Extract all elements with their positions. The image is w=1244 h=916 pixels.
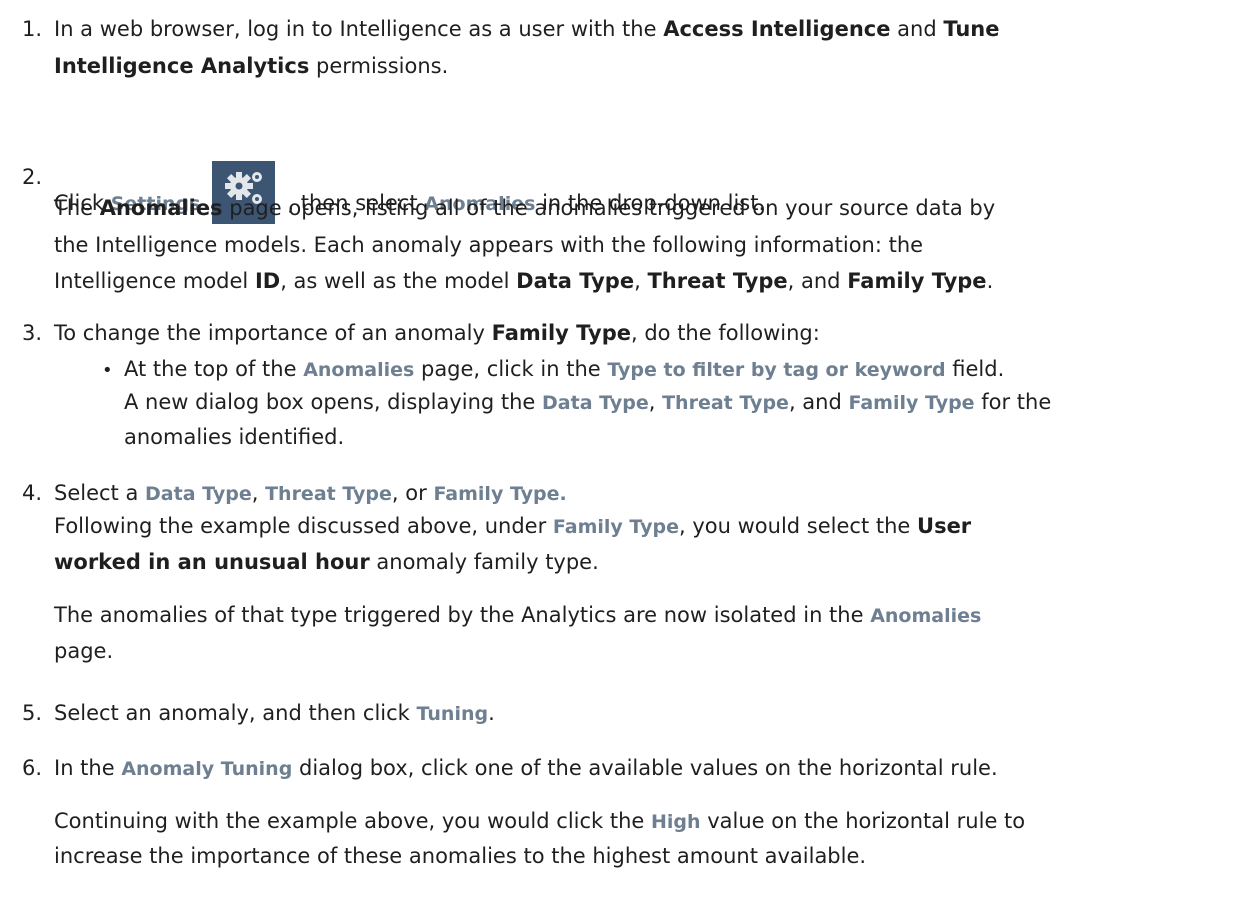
step-text-line: A new dialog box opens, displaying the D… xyxy=(124,390,1052,414)
ui-term: Threat Type xyxy=(662,392,789,414)
step-text-line: The anomalies of that type triggered by … xyxy=(54,603,982,627)
step-text-line: Select a Data Type, Threat Type, or Fami… xyxy=(54,481,567,505)
ui-term: Type to filter by tag or keyword xyxy=(607,359,946,381)
permission-name: Access Intelligence xyxy=(663,17,891,41)
step-text-line: At the top of the Anomalies page, click … xyxy=(124,357,1005,381)
step-text-line: The Anomalies page opens, listing all of… xyxy=(54,196,996,220)
step-number: 3. xyxy=(22,321,43,345)
step-text-line: Following the example discussed above, u… xyxy=(54,514,972,538)
ui-term: Family Type. xyxy=(433,483,567,505)
ui-term: High xyxy=(651,811,701,833)
ui-term: Threat Type xyxy=(265,483,392,505)
step-text-line: the Intelligence models. Each anomaly ap… xyxy=(54,233,924,257)
ui-term: Anomaly Tuning xyxy=(121,758,293,780)
ui-term: Data Type xyxy=(145,483,252,505)
step-number: 5. xyxy=(22,701,43,725)
step-number: 1. xyxy=(22,17,43,41)
step-text-line: To change the importance of an anomaly F… xyxy=(54,321,820,345)
step-number: 6. xyxy=(22,756,43,780)
step-text-line: In the Anomaly Tuning dialog box, click … xyxy=(54,756,998,780)
ui-term: Tuning xyxy=(416,703,489,725)
ui-term: Family Type xyxy=(848,392,975,414)
step-text-line: In a web browser, log in to Intelligence… xyxy=(54,17,1000,41)
step-text-line: worked in an unusual hour anomaly family… xyxy=(54,550,599,574)
step-text-line: increase the importance of these anomali… xyxy=(54,844,867,868)
ui-term: Family Type xyxy=(552,516,680,538)
step-number: 2. xyxy=(22,165,43,189)
step-text-line: Intelligence model ID, as well as the mo… xyxy=(54,269,994,293)
permission-name: Tune xyxy=(943,17,1000,41)
document: 1. In a web browser, log in to Intellige… xyxy=(0,0,1244,916)
step-text-line: Continuing with the example above, you w… xyxy=(54,809,1026,833)
step-text-line: anomalies identified. xyxy=(124,425,345,449)
step-number: 4. xyxy=(22,481,43,505)
bullet-glyph: • xyxy=(102,360,113,381)
ui-term: Data Type xyxy=(542,392,649,414)
permission-name: Intelligence Analytics xyxy=(54,54,310,78)
step-text-line: Intelligence Analytics permissions. xyxy=(54,54,449,78)
step-text-line: Select an anomaly, and then click Tuning… xyxy=(54,701,495,725)
ui-term: Anomalies xyxy=(303,359,415,381)
ui-term: Anomalies xyxy=(870,605,982,627)
step-text-line: page. xyxy=(54,639,114,663)
